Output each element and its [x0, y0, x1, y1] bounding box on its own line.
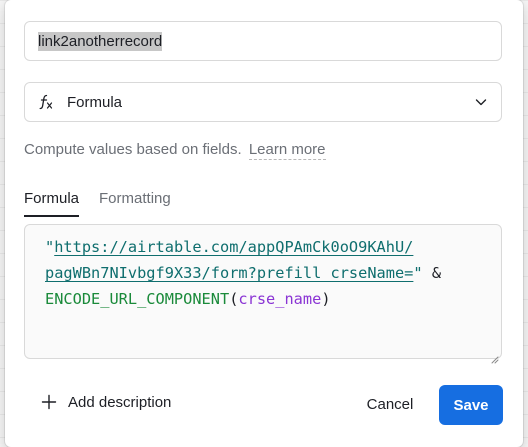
learn-more-link[interactable]: Learn more [248, 141, 326, 160]
formula-editor[interactable]: "https://airtable.com/appQPAmCk0oO9KAhU/… [24, 224, 502, 364]
cancel-button[interactable]: Cancel [358, 386, 422, 422]
url-link-part-2[interactable]: pagWBn7NIvbgf9X33/form?prefill_crseName= [45, 264, 413, 282]
resize-handle-icon[interactable] [489, 346, 499, 364]
helper-text: Compute values based on fields. [24, 141, 242, 158]
string-quote-open: " [45, 238, 55, 256]
field-type-label: Formula [67, 93, 123, 111]
field-description-helper: Compute values based on fields. Learn mo… [24, 141, 326, 160]
formula-line-3: ENCODE_URL_COMPONENT(crse_name) [45, 286, 501, 312]
field-config-dialog: link2anotherrecord Formula Compute value… [5, 0, 523, 447]
string-quote-close: " [413, 264, 423, 282]
save-button[interactable]: Save [439, 385, 503, 425]
tab-formatting[interactable]: Formatting [99, 188, 171, 217]
plus-icon [40, 393, 58, 411]
formula-fx-icon [37, 93, 55, 111]
field-name-value: link2anotherrecord [38, 31, 163, 51]
field-type-select[interactable]: Formula [24, 82, 502, 122]
function-name: ENCODE_URL_COMPONENT [45, 290, 230, 308]
field-name-input[interactable]: link2anotherrecord [24, 21, 502, 61]
field-reference: crse_name [238, 290, 322, 308]
close-paren: ) [321, 290, 331, 308]
editor-tabs: Formula Formatting [24, 188, 191, 217]
tab-formula[interactable]: Formula [24, 188, 80, 217]
chevron-down-icon [473, 94, 489, 110]
formula-line-2: pagWBn7NIvbgf9X33/form?prefill_crseName=… [45, 260, 501, 286]
formula-line-1: "https://airtable.com/appQPAmCk0oO9KAhU/ [45, 234, 501, 260]
add-description-label: Add description [68, 393, 172, 411]
add-description-button[interactable]: Add description [40, 393, 171, 411]
url-link-part-1[interactable]: https://airtable.com/appQPAmCk0oO9KAhU/ [54, 238, 413, 256]
concat-operator: & [422, 264, 442, 282]
